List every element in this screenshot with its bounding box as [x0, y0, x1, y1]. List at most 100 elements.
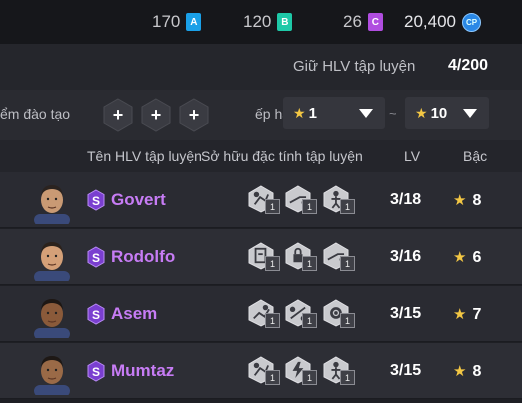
svg-text:S: S — [92, 308, 100, 322]
training-slot-label: ểm đào tạo — [0, 106, 71, 122]
grade-value: 8 — [472, 363, 482, 380]
star-icon: ★ — [293, 104, 306, 121]
currency-a-value: 170 — [152, 12, 181, 31]
grade-value: 7 — [472, 306, 482, 323]
star-icon: ★ — [453, 363, 467, 380]
plus-icon: + — [103, 98, 133, 132]
training-trait[interactable]: 1 — [284, 356, 320, 388]
min-rank-value: 1 — [308, 104, 317, 122]
coach-count-bar: Giữ HLV tập luyện 4/200 — [0, 44, 522, 91]
training-trait[interactable]: 1 — [247, 299, 283, 331]
coach-name: Govert — [111, 190, 166, 209]
coins: 20,400 CP — [404, 11, 481, 33]
add-slot-button-1[interactable]: + — [102, 98, 134, 132]
column-traits: Sở hữu đặc tính tập luyện — [201, 148, 363, 164]
coach-row[interactable]: S Asem 1 1 1 3/15 ★ 7 — [0, 286, 522, 342]
trait-level: 1 — [302, 199, 317, 214]
coach-name: Rodolfo — [111, 247, 176, 266]
trait-level: 1 — [265, 370, 280, 385]
grade-value: 6 — [472, 249, 482, 266]
currency-c-value: 26 — [343, 12, 362, 31]
currency-bar: 170 A 120 B 26 C 20,400 CP — [0, 0, 522, 44]
column-grade: Bậc — [463, 148, 488, 164]
rarity-badge-icon: S — [87, 360, 105, 382]
rarity-badge-icon: S — [87, 189, 105, 211]
coach-grade: ★ 8 — [453, 362, 481, 381]
currency-b-icon: B — [277, 13, 293, 31]
training-trait[interactable]: 1 — [322, 242, 358, 274]
training-trait[interactable]: 1 — [322, 356, 358, 388]
training-trait[interactable]: 1 — [284, 242, 320, 274]
trait-level: 1 — [302, 256, 317, 271]
avatar — [30, 292, 74, 338]
add-slot-button-3[interactable]: + — [178, 98, 210, 132]
svg-text:S: S — [92, 194, 100, 208]
coach-row[interactable]: S Govert 1 1 1 3/18 ★ 8 — [0, 172, 522, 228]
trait-level: 1 — [265, 256, 280, 271]
currency-b: 120 B — [243, 11, 293, 33]
training-trait[interactable]: 1 — [247, 242, 283, 274]
add-slot-button-2[interactable]: + — [140, 98, 172, 132]
filter-bar: ểm đào tạo + + + ếp hạ ★ 1 ~ ★ 10 — [0, 90, 522, 140]
column-name: Tên HLV tập luyện — [87, 148, 202, 164]
training-trait[interactable]: 1 — [284, 299, 320, 331]
max-rank-value: 10 — [430, 104, 448, 122]
chevron-down-icon — [463, 109, 477, 118]
rarity-badge-icon: S — [87, 303, 105, 325]
training-trait[interactable]: 1 — [322, 299, 358, 331]
coach-level: 3/18 — [390, 191, 422, 208]
training-trait[interactable]: 1 — [322, 185, 358, 217]
coins-value: 20,400 — [404, 12, 456, 31]
currency-c-icon: C — [367, 13, 383, 31]
trait-level: 1 — [265, 199, 280, 214]
trait-level: 1 — [302, 370, 317, 385]
svg-text:S: S — [92, 365, 100, 379]
star-icon: ★ — [453, 192, 467, 209]
coach-grade: ★ 6 — [453, 248, 481, 267]
chevron-down-icon — [359, 109, 373, 118]
trait-level: 1 — [340, 199, 355, 214]
coach-row[interactable]: S Rodolfo 1 1 1 3/16 ★ 6 — [0, 229, 522, 285]
rarity-badge-icon: S — [87, 246, 105, 268]
currency-a: 170 A — [152, 11, 202, 33]
range-separator: ~ — [389, 106, 397, 121]
currency-c: 26 C — [343, 11, 383, 33]
avatar — [30, 178, 74, 224]
svg-text:+: + — [151, 105, 162, 125]
plus-icon: + — [141, 98, 171, 132]
coach-row[interactable]: S Mumtaz 1 1 1 3/15 ★ 8 — [0, 343, 522, 399]
star-icon: ★ — [453, 306, 467, 323]
training-trait[interactable]: 1 — [247, 185, 283, 217]
column-lv: LV — [404, 148, 421, 164]
coin-icon: CP — [462, 12, 481, 32]
coach-count-label: Giữ HLV tập luyện — [293, 58, 416, 75]
star-icon: ★ — [453, 249, 467, 266]
avatar — [30, 349, 74, 395]
plus-icon: + — [179, 98, 209, 132]
coach-grade: ★ 7 — [453, 305, 481, 324]
max-rank-dropdown[interactable]: ★ 10 — [405, 97, 489, 129]
trait-level: 1 — [302, 313, 317, 328]
trait-level: 1 — [340, 313, 355, 328]
svg-text:S: S — [92, 251, 100, 265]
currency-a-icon: A — [186, 13, 202, 31]
star-icon: ★ — [415, 104, 428, 121]
trait-level: 1 — [340, 256, 355, 271]
grade-value: 8 — [472, 192, 482, 209]
training-trait[interactable]: 1 — [284, 185, 320, 217]
coach-level: 3/15 — [390, 305, 422, 322]
table-header: Tên HLV tập luyện Sở hữu đặc tính tập lu… — [0, 140, 522, 172]
coach-level: 3/16 — [390, 248, 422, 265]
coach-grade: ★ 8 — [453, 191, 481, 210]
trait-level: 1 — [340, 370, 355, 385]
avatar — [30, 235, 74, 281]
svg-text:+: + — [113, 105, 124, 125]
training-trait[interactable]: 1 — [247, 356, 283, 388]
min-rank-dropdown[interactable]: ★ 1 — [283, 97, 385, 129]
coach-name: Mumtaz — [111, 361, 175, 380]
currency-b-value: 120 — [243, 12, 272, 31]
svg-text:+: + — [189, 105, 200, 125]
coach-count-value: 4/200 — [448, 57, 489, 74]
coach-name: Asem — [111, 304, 158, 323]
coach-level: 3/15 — [390, 362, 422, 379]
